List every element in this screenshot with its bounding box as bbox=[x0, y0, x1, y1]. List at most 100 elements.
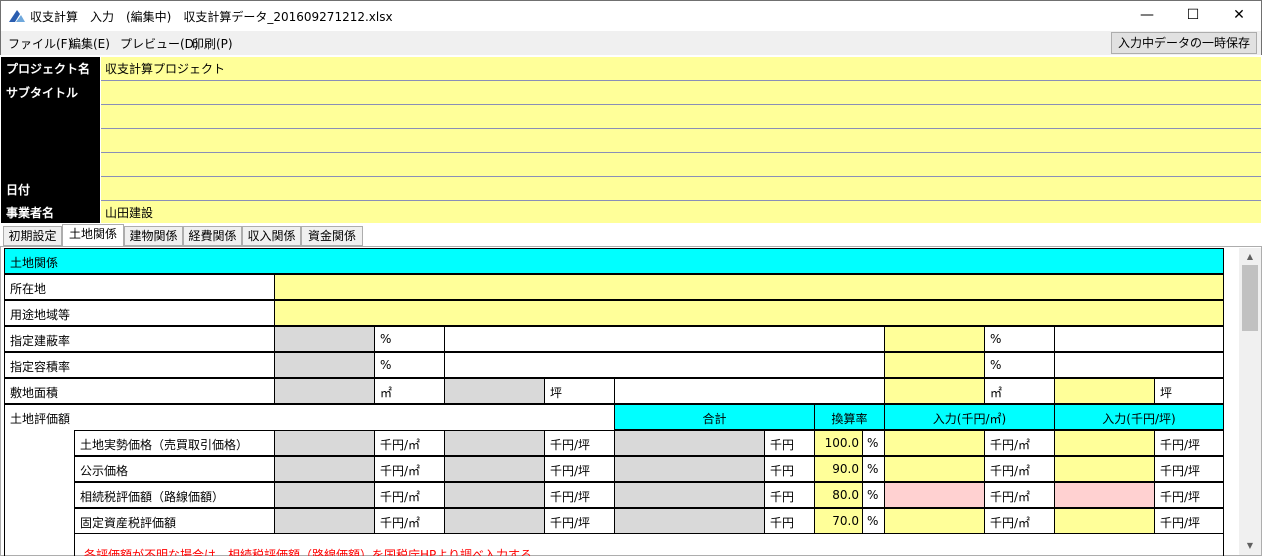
tab-building[interactable]: 建物関係 bbox=[124, 226, 183, 246]
rate-percent-unit: % bbox=[862, 508, 885, 534]
scroll-up-icon[interactable]: ▲ bbox=[1244, 252, 1256, 262]
scroll-down-icon[interactable]: ▼ bbox=[1244, 541, 1256, 551]
inheritance-value-sqm-input[interactable] bbox=[884, 482, 985, 508]
unit-yen-tsubo: 千円/坪 bbox=[1154, 456, 1224, 482]
tab-income[interactable]: 収入関係 bbox=[242, 226, 301, 246]
unit-yen-tsubo: 千円/坪 bbox=[544, 482, 615, 508]
posted-price-rate[interactable]: 90.0 bbox=[814, 456, 863, 482]
app-logo-icon bbox=[9, 10, 25, 22]
site-area-tsubo-input[interactable] bbox=[1054, 378, 1155, 404]
inheritance-value-tsubo-input[interactable] bbox=[1054, 482, 1155, 508]
rate-percent-unit: % bbox=[862, 482, 885, 508]
minimize-icon[interactable]: — bbox=[1124, 1, 1170, 30]
unit-yen: 千円 bbox=[764, 508, 815, 534]
market-price-rate[interactable]: 100.0 bbox=[814, 430, 863, 456]
unit-yen-sqm: 千円/㎡ bbox=[374, 508, 445, 534]
unit-yen-sqm: 千円/㎡ bbox=[984, 430, 1055, 456]
site-area-tsubo-value bbox=[444, 378, 545, 404]
inheritance-value-sqm bbox=[274, 482, 375, 508]
market-price-label: 土地実勢価格（売買取引価格） bbox=[74, 430, 275, 456]
menu-print[interactable]: 印刷(P) bbox=[192, 35, 233, 52]
unit-yen-tsubo: 千円/坪 bbox=[544, 456, 615, 482]
property-tax-value-rate[interactable]: 70.0 bbox=[814, 508, 863, 534]
blank-cell bbox=[1054, 352, 1224, 378]
blank-cell bbox=[444, 352, 885, 378]
market-price-tsubo-value bbox=[444, 430, 545, 456]
unit-yen-sqm: 千円/㎡ bbox=[984, 456, 1055, 482]
subtitle-field-4[interactable] bbox=[101, 153, 1261, 177]
zoning-input[interactable] bbox=[274, 300, 1224, 326]
blank-cell bbox=[1054, 326, 1224, 352]
property-tax-value-sqm-input[interactable] bbox=[884, 508, 985, 534]
floor-area-ratio-input[interactable] bbox=[884, 352, 985, 378]
posted-price-tsubo-input[interactable] bbox=[1054, 456, 1155, 482]
project-name-field[interactable]: 収支計算プロジェクト bbox=[101, 57, 1261, 81]
conversion-rate-header: 換算率 bbox=[814, 404, 885, 430]
posted-price-tsubo-value bbox=[444, 456, 545, 482]
property-tax-value-total bbox=[614, 508, 765, 534]
note-text: 各評価額が不明な場合は、相続税評価額（路線価額）を国税庁HPより調べ入力する。 bbox=[84, 548, 545, 556]
site-area-sqm-input[interactable] bbox=[884, 378, 985, 404]
property-tax-value-tsubo-input[interactable] bbox=[1054, 508, 1155, 534]
land-valuation-label: 土地評価額 bbox=[4, 404, 615, 430]
market-price-total bbox=[614, 430, 765, 456]
subtitle-label: サブタイトル bbox=[1, 81, 100, 177]
market-price-sqm-input[interactable] bbox=[884, 430, 985, 456]
scrollbar-thumb[interactable] bbox=[1242, 265, 1258, 331]
unit-yen-tsubo: 千円/坪 bbox=[544, 508, 615, 534]
floor-area-ratio-input-unit: % bbox=[984, 352, 1055, 378]
coverage-ratio-input[interactable] bbox=[884, 326, 985, 352]
inheritance-value-rate[interactable]: 80.0 bbox=[814, 482, 863, 508]
subtitle-field-2[interactable] bbox=[101, 105, 1261, 129]
subtitle-field-3[interactable] bbox=[101, 129, 1261, 153]
valuation-indent bbox=[4, 430, 75, 556]
floor-area-ratio-value bbox=[274, 352, 375, 378]
save-temp-data-button[interactable]: 入力中データの一時保存 bbox=[1111, 32, 1257, 54]
subtitle-field-1[interactable] bbox=[101, 81, 1261, 105]
unit-yen: 千円 bbox=[764, 430, 815, 456]
market-price-tsubo-input[interactable] bbox=[1054, 430, 1155, 456]
rate-percent-unit: % bbox=[862, 456, 885, 482]
company-field[interactable]: 山田建設 bbox=[101, 201, 1261, 223]
coverage-ratio-label: 指定建蔽率 bbox=[4, 326, 275, 352]
location-input[interactable] bbox=[274, 274, 1224, 300]
rate-percent-unit: % bbox=[862, 430, 885, 456]
tab-expenses[interactable]: 経費関係 bbox=[183, 226, 242, 246]
menu-preview[interactable]: プレビュー(D) bbox=[120, 35, 199, 52]
window-title: 収支計算 入力 (編集中) 収支計算データ_201609271212.xlsx bbox=[30, 10, 393, 24]
note-row: 各評価額が不明な場合は、相続税評価額（路線価額）を国税庁HPより調べ入力する。 bbox=[74, 534, 1224, 556]
floor-area-ratio-unit: % bbox=[374, 352, 445, 378]
blank-cell bbox=[614, 378, 885, 404]
site-area-tsubo-input-unit: 坪 bbox=[1154, 378, 1224, 404]
site-area-sqm-value bbox=[274, 378, 375, 404]
property-tax-value-tsubo bbox=[444, 508, 545, 534]
zoning-label: 用途地域等 bbox=[4, 300, 275, 326]
unit-yen-sqm: 千円/㎡ bbox=[984, 508, 1055, 534]
posted-price-sqm-input[interactable] bbox=[884, 456, 985, 482]
unit-yen-sqm: 千円/㎡ bbox=[984, 482, 1055, 508]
maximize-icon[interactable]: ☐ bbox=[1170, 1, 1216, 30]
floor-area-ratio-label: 指定容積率 bbox=[4, 352, 275, 378]
inheritance-value-total bbox=[614, 482, 765, 508]
unit-yen-tsubo: 千円/坪 bbox=[1154, 430, 1224, 456]
inheritance-value-label: 相続税評価額（路線価額） bbox=[74, 482, 275, 508]
input-sqm-header: 入力(千円/㎡) bbox=[884, 404, 1055, 430]
menu-edit[interactable]: 編集(E) bbox=[69, 35, 110, 52]
close-icon[interactable]: ✕ bbox=[1216, 1, 1262, 30]
unit-yen: 千円 bbox=[764, 456, 815, 482]
tab-funds[interactable]: 資金関係 bbox=[301, 226, 363, 246]
site-area-label: 敷地面積 bbox=[4, 378, 275, 404]
unit-yen-tsubo: 千円/坪 bbox=[1154, 508, 1224, 534]
coverage-ratio-value bbox=[274, 326, 375, 352]
posted-price-label: 公示価格 bbox=[74, 456, 275, 482]
menu-file[interactable]: ファイル(F) bbox=[8, 35, 72, 52]
total-header: 合計 bbox=[614, 404, 815, 430]
unit-yen-tsubo: 千円/坪 bbox=[1154, 482, 1224, 508]
tab-land[interactable]: 土地関係 bbox=[62, 224, 124, 247]
unit-yen-tsubo: 千円/坪 bbox=[544, 430, 615, 456]
company-label: 事業者名 bbox=[1, 201, 100, 223]
date-field[interactable] bbox=[101, 177, 1261, 201]
tab-initial-settings[interactable]: 初期設定 bbox=[3, 226, 62, 246]
coverage-ratio-input-unit: % bbox=[984, 326, 1055, 352]
market-price-sqm-value bbox=[274, 430, 375, 456]
